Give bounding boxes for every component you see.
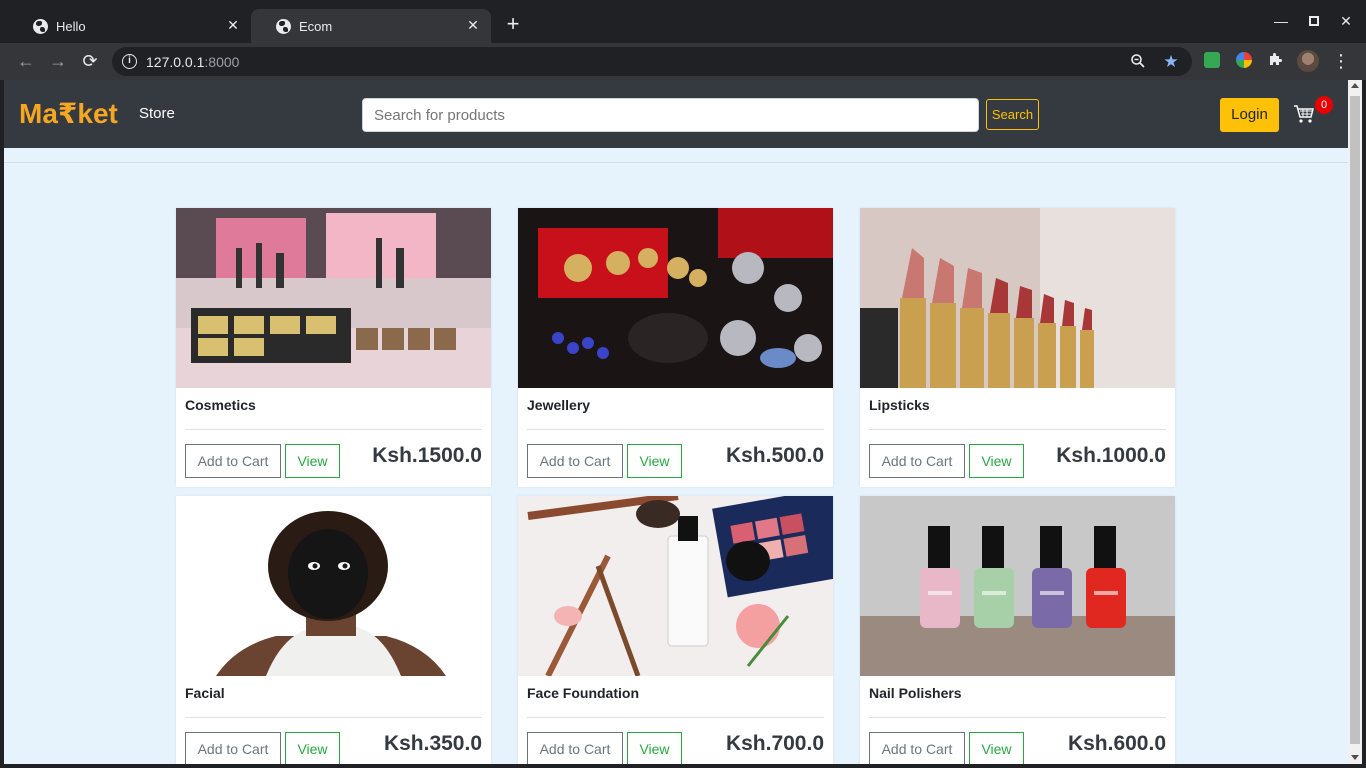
facial-image	[176, 496, 491, 676]
jewellery-image	[518, 208, 833, 388]
product-title[interactable]: Nail Polishers	[869, 685, 962, 701]
search-button[interactable]: Search	[986, 99, 1039, 130]
scroll-up-arrow-icon[interactable]	[1351, 83, 1359, 88]
lipsticks-image	[860, 208, 1175, 388]
globe-icon	[33, 18, 48, 34]
product-card: Facial Add to Cart View Ksh.350.0	[176, 496, 491, 764]
divider	[4, 162, 1348, 163]
profile-avatar[interactable]	[1297, 50, 1319, 72]
product-price: Ksh.600.0	[1067, 732, 1166, 755]
extension-color-icon[interactable]	[1236, 52, 1252, 68]
close-tab-icon[interactable]: ✕	[225, 17, 241, 33]
window-frame-left	[0, 80, 4, 768]
product-price: Ksh.1000.0	[1056, 444, 1166, 467]
add-to-cart-button[interactable]: Add to Cart	[185, 444, 281, 478]
back-icon[interactable]: ←	[15, 50, 37, 72]
scrollbar-thumb[interactable]	[1350, 96, 1360, 744]
card-divider	[185, 717, 482, 718]
page-viewport: Ma₹ket Store Search Login 0	[4, 80, 1348, 764]
view-button[interactable]: View	[285, 732, 340, 764]
scroll-down-arrow-icon[interactable]	[1351, 755, 1359, 760]
site-info-icon[interactable]: i	[122, 54, 137, 69]
minimize-icon[interactable]: —	[1271, 13, 1291, 29]
bookmark-star-icon[interactable]: ★	[1162, 53, 1180, 71]
forward-icon[interactable]: →	[47, 50, 69, 72]
product-price: Ksh.700.0	[725, 732, 824, 755]
nail-polishers-image	[860, 496, 1175, 676]
add-to-cart-button[interactable]: Add to Cart	[527, 732, 623, 764]
product-price: Ksh.350.0	[383, 732, 482, 755]
product-card: Cosmetics Add to Cart View Ksh.1500.0	[176, 208, 491, 487]
view-button[interactable]: View	[627, 732, 682, 764]
close-window-icon[interactable]: ✕	[1336, 13, 1356, 30]
product-title[interactable]: Facial	[185, 685, 225, 701]
card-divider	[527, 429, 824, 430]
cart-icon[interactable]	[1293, 104, 1315, 124]
product-title[interactable]: Lipsticks	[869, 397, 930, 413]
browser-tab-strip: Hello ✕ Ecom ✕ + — ✕	[0, 0, 1366, 43]
view-button[interactable]: View	[285, 444, 340, 478]
zoom-icon[interactable]	[1129, 53, 1147, 71]
browser-tab-hello[interactable]: Hello ✕	[8, 9, 251, 43]
view-button[interactable]: View	[969, 732, 1024, 764]
login-button[interactable]: Login	[1220, 98, 1279, 132]
url-text: 127.0.0.1:8000	[146, 54, 240, 70]
product-price: Ksh.1500.0	[372, 444, 482, 467]
address-bar[interactable]: i 127.0.0.1:8000 ★	[112, 47, 1192, 76]
view-button[interactable]: View	[627, 444, 682, 478]
add-to-cart-button[interactable]: Add to Cart	[869, 444, 965, 478]
cosmetics-image	[176, 208, 491, 388]
product-card: Face Foundation Add to Cart View Ksh.700…	[518, 496, 833, 764]
product-price: Ksh.500.0	[725, 444, 824, 467]
browser-toolbar: ← → ⟳ i 127.0.0.1:8000 ★ ⋮	[0, 43, 1366, 80]
product-title[interactable]: Face Foundation	[527, 685, 639, 701]
card-divider	[869, 717, 1166, 718]
product-card: Nail Polishers Add to Cart View Ksh.600.…	[860, 496, 1175, 764]
tab-title: Hello	[56, 18, 86, 34]
card-divider	[527, 717, 824, 718]
add-to-cart-button[interactable]: Add to Cart	[527, 444, 623, 478]
extension-calendar-icon[interactable]	[1204, 52, 1220, 68]
browser-tab-ecom[interactable]: Ecom ✕	[251, 9, 491, 43]
brand-logo[interactable]: Ma₹ket	[19, 97, 118, 130]
search-input[interactable]	[362, 98, 979, 132]
extensions-puzzle-icon[interactable]	[1267, 51, 1285, 69]
add-to-cart-button[interactable]: Add to Cart	[185, 732, 281, 764]
product-card: Lipsticks Add to Cart View Ksh.1000.0	[860, 208, 1175, 487]
browser-menu-icon[interactable]: ⋮	[1332, 50, 1350, 72]
card-divider	[869, 429, 1166, 430]
product-title[interactable]: Jewellery	[527, 397, 590, 413]
product-card: Jewellery Add to Cart View Ksh.500.0	[518, 208, 833, 487]
globe-icon	[276, 18, 291, 34]
view-button[interactable]: View	[969, 444, 1024, 478]
site-navbar: Ma₹ket Store Search Login 0	[4, 80, 1348, 148]
close-tab-icon[interactable]: ✕	[465, 17, 481, 33]
cart-count-badge: 0	[1315, 96, 1333, 114]
product-title[interactable]: Cosmetics	[185, 397, 256, 413]
reload-icon[interactable]: ⟳	[79, 50, 101, 72]
new-tab-icon[interactable]: +	[503, 13, 523, 35]
face-foundation-image	[518, 496, 833, 676]
window-frame-right	[1362, 80, 1366, 768]
maximize-icon[interactable]	[1304, 13, 1324, 29]
tab-title: Ecom	[299, 18, 333, 34]
add-to-cart-button[interactable]: Add to Cart	[869, 732, 965, 764]
nav-link-store[interactable]: Store	[139, 105, 175, 122]
window-frame-bottom	[0, 764, 1366, 768]
page-scrollbar[interactable]	[1348, 80, 1362, 764]
card-divider	[185, 429, 482, 430]
